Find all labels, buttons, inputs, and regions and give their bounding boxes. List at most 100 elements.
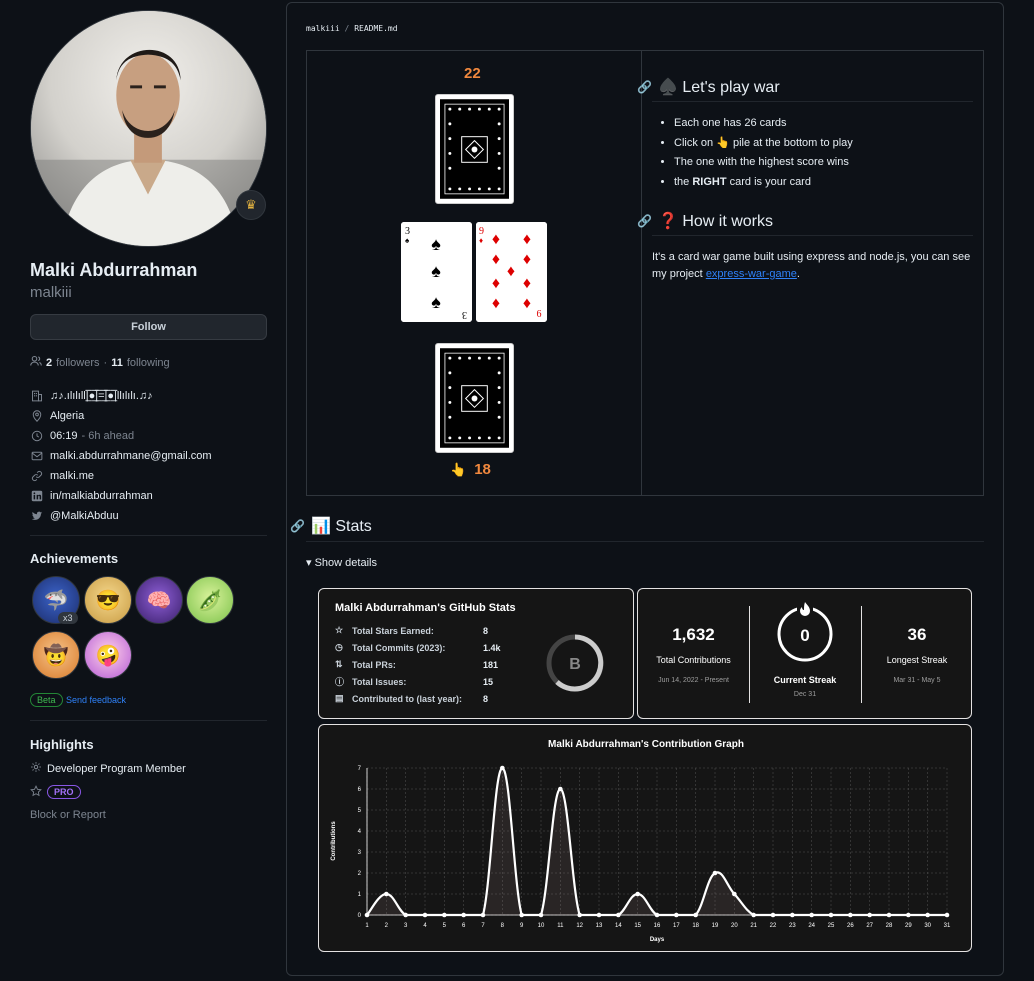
readme-table: 22 3 ♠ ♠ ♠ ♠ 3 9 ♦ ♦ ♦ ♦ ♦ ♦ ♦ ♦ ♦ ♦ 6 👆… bbox=[306, 50, 984, 496]
following-label[interactable]: following bbox=[127, 357, 170, 369]
heading-rule bbox=[652, 101, 973, 102]
svg-text:♦: ♦ bbox=[492, 275, 500, 292]
chart-data-point bbox=[790, 912, 795, 918]
svg-text:♦: ♦ bbox=[492, 231, 500, 248]
chart-data-point bbox=[384, 891, 389, 897]
anchor-link-icon[interactable]: 🔗 bbox=[637, 214, 652, 228]
chart-data-point bbox=[635, 891, 640, 897]
avatar[interactable] bbox=[30, 10, 267, 247]
chart-data-point bbox=[480, 912, 486, 918]
contribution-graph-card: Malki Abdurrahman's Contribution Graph C… bbox=[318, 724, 972, 952]
followers-count[interactable]: 2 bbox=[46, 357, 52, 369]
achievement-quickdraw-badge[interactable]: 😎 bbox=[84, 576, 132, 624]
people-icon bbox=[30, 355, 42, 370]
svg-text:6: 6 bbox=[537, 309, 542, 320]
email-link[interactable]: malki.abdurrahmane@gmail.com bbox=[50, 450, 212, 462]
star-icon: ☆ bbox=[335, 625, 344, 635]
gear-icon bbox=[30, 761, 42, 776]
chart-data-point bbox=[867, 912, 872, 918]
developer-program-item[interactable]: Developer Program Member bbox=[30, 761, 186, 776]
following-count[interactable]: 11 bbox=[111, 357, 123, 369]
followers-label[interactable]: followers bbox=[56, 357, 99, 369]
block-report-link[interactable]: Block or Report bbox=[30, 809, 106, 821]
rank-ring: B bbox=[546, 634, 604, 692]
crown-icon[interactable]: ♛ bbox=[236, 190, 266, 220]
chart-data-point bbox=[828, 912, 834, 918]
location-text: Algeria bbox=[50, 410, 85, 422]
anchor-link-icon[interactable]: 🔗 bbox=[290, 519, 305, 533]
chart-x-tick-label: 2 bbox=[385, 923, 389, 929]
chart-x-tick-label: 11 bbox=[557, 923, 564, 929]
chart-y-axis-label: Contributions bbox=[331, 821, 337, 861]
highlights-title: Highlights bbox=[30, 737, 94, 752]
achievement-starstruck-badge[interactable]: 🤠 bbox=[32, 631, 80, 679]
total-contributions-range: Jun 14, 2022 - Present bbox=[658, 677, 729, 684]
war-heading: 🔗 ♠️ Let's play war bbox=[637, 77, 780, 97]
chart-x-tick-label: 9 bbox=[520, 923, 524, 929]
chart-x-tick-label: 26 bbox=[847, 923, 854, 929]
chart-data-point bbox=[616, 912, 621, 918]
chart-x-tick-label: 27 bbox=[866, 923, 873, 929]
chart-x-tick-label: 12 bbox=[576, 923, 583, 929]
sidebar-divider bbox=[30, 535, 267, 536]
org-item: ♫♪.ılılıll|̲̅̅●̲̅̅|̲̅̅=̲̅̅|̲̅̅●̲̅̅|llılı… bbox=[30, 386, 212, 406]
player-deck-card[interactable] bbox=[435, 343, 514, 453]
twitter-link[interactable]: @MalkiAbduu bbox=[50, 510, 119, 522]
pull-request-icon: ⇅ bbox=[335, 659, 343, 669]
svg-text:♠: ♠ bbox=[431, 292, 441, 312]
stat-row-stars: ☆ Total Stars Earned: 8 bbox=[335, 625, 489, 636]
anchor-link-icon[interactable]: 🔗 bbox=[637, 80, 652, 94]
total-contributions-block: 1,632 Total Contributions Jun 14, 2022 -… bbox=[638, 625, 749, 684]
show-details-toggle[interactable]: ▾ Show details bbox=[306, 556, 377, 569]
left-card-three-of-spades: 3 ♠ ♠ ♠ ♠ 3 bbox=[401, 222, 472, 322]
chart-x-tick-label: 7 bbox=[481, 923, 485, 929]
streak-card: 1,632 Total Contributions Jun 14, 2022 -… bbox=[637, 588, 972, 719]
express-war-game-link[interactable]: express-war-game bbox=[706, 268, 797, 280]
achievement-pair-extraordinaire-badge[interactable]: 🫛 bbox=[186, 576, 234, 624]
follow-button[interactable]: Follow bbox=[30, 314, 267, 340]
chart-data-point bbox=[770, 912, 776, 918]
achievements-title[interactable]: Achievements bbox=[30, 551, 118, 566]
chart-data-point bbox=[577, 912, 582, 918]
chart-data-point bbox=[442, 912, 447, 918]
chart-x-tick-label: 3 bbox=[404, 923, 408, 929]
war-heading-text: ♠️ Let's play war bbox=[657, 79, 780, 96]
opponent-deck-card[interactable] bbox=[435, 94, 514, 204]
chart-x-tick-label: 25 bbox=[828, 923, 835, 929]
chart-data-point bbox=[538, 912, 544, 918]
breadcrumb-user[interactable]: malkiii bbox=[306, 24, 340, 33]
rank-letter: B bbox=[569, 656, 581, 673]
chart-x-tick-label: 29 bbox=[905, 923, 912, 929]
chart-data-point bbox=[693, 912, 698, 918]
chart-y-tick-label: 7 bbox=[358, 766, 362, 772]
chart-y-tick-label: 6 bbox=[358, 787, 362, 793]
chart-x-tick-label: 6 bbox=[462, 923, 466, 929]
chart-x-tick-label: 23 bbox=[789, 923, 796, 929]
pro-badge: PRO bbox=[47, 785, 81, 799]
website-link[interactable]: malki.me bbox=[50, 470, 94, 482]
chart-data-point bbox=[364, 912, 370, 918]
streak-ring: 0 bbox=[777, 601, 833, 662]
total-contributions-label: Total Contributions bbox=[656, 655, 731, 665]
chart-data-point bbox=[558, 786, 563, 792]
profile-login: malkiii bbox=[30, 284, 72, 301]
longest-streak-block: 36 Longest Streak Mar 31 - May 5 bbox=[861, 625, 973, 684]
breadcrumb-file[interactable]: README.md bbox=[354, 24, 397, 33]
local-time: 06:19 bbox=[50, 430, 78, 442]
clock-icon bbox=[30, 429, 44, 443]
linkedin-link[interactable]: in/malkiabdurrahman bbox=[50, 490, 153, 502]
send-feedback-link[interactable]: Send feedback bbox=[66, 695, 126, 705]
achievement-galaxy-brain-badge[interactable]: 🧠 bbox=[135, 576, 183, 624]
linkedin-icon bbox=[30, 489, 44, 503]
chart-data-point bbox=[886, 912, 892, 918]
how-heading: 🔗 ❓ How it works bbox=[637, 211, 773, 231]
war-rules-list: Each one has 26 cards Click on 👆 pile at… bbox=[652, 114, 972, 192]
linkedin-item: in/malkiabdurrahman bbox=[30, 486, 212, 506]
right-card-nine-of-diamonds: 9 ♦ ♦ ♦ ♦ ♦ ♦ ♦ ♦ ♦ ♦ 6 bbox=[476, 222, 547, 322]
followers-line: 2 followers · 11 following bbox=[30, 355, 170, 370]
chart-data-point bbox=[519, 912, 524, 918]
how-heading-text: ❓ How it works bbox=[657, 213, 773, 230]
history-icon: ◷ bbox=[335, 642, 343, 652]
achievement-yolo-badge[interactable]: 🤪 bbox=[84, 631, 132, 679]
how-paragraph: It's a card war game built using express… bbox=[652, 251, 971, 280]
